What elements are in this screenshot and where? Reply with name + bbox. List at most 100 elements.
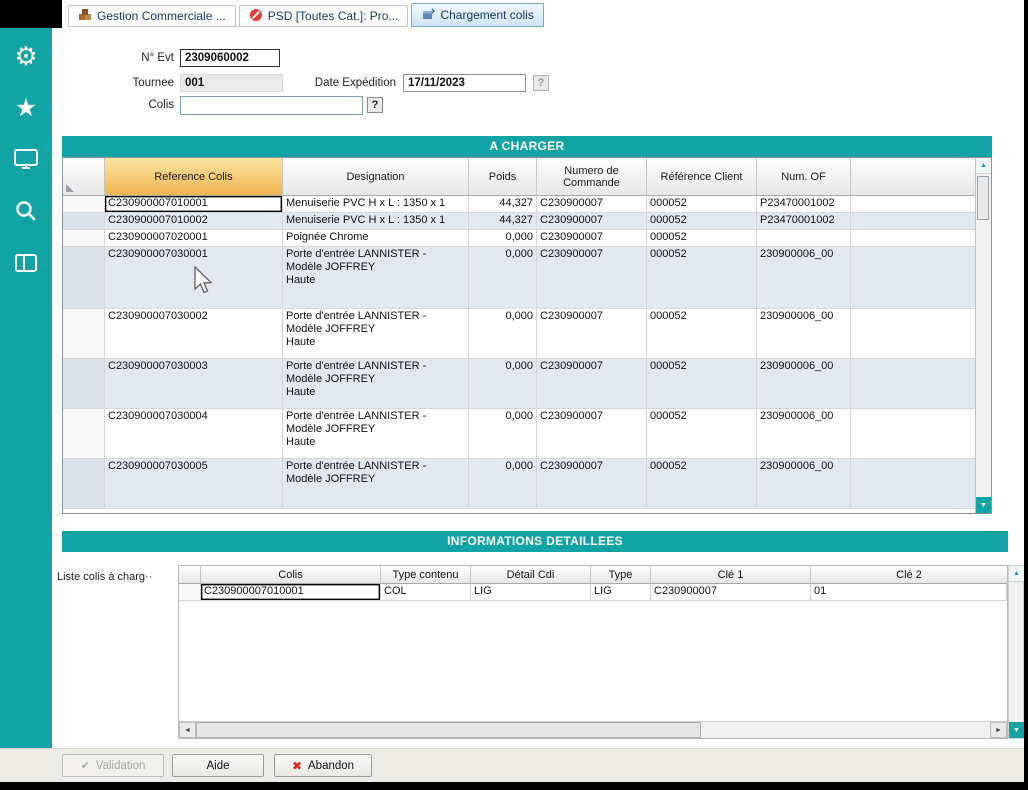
column-header-reference-client[interactable]: Référence Client <box>647 158 757 196</box>
cell[interactable]: C230900007030003 <box>105 359 283 409</box>
vertical-scrollbar[interactable]: ▲ ▼ <box>975 158 991 513</box>
cell[interactable]: C230900007 <box>537 409 647 459</box>
scroll-up-button[interactable]: ▲ <box>976 158 991 174</box>
table-row[interactable]: C230900007030005 Porte d'entrée LANNISTE… <box>63 459 975 509</box>
table-row[interactable]: C230900007030001 Porte d'entrée LANNISTE… <box>63 247 975 309</box>
column-header-poids[interactable]: Poids <box>469 158 537 196</box>
scroll-thumb[interactable] <box>977 176 989 220</box>
cell[interactable]: LIG <box>471 584 591 601</box>
column-header-cle2[interactable]: Clé 2 <box>811 566 1007 584</box>
details-vertical-scrollbar[interactable]: ▲ ▼ <box>1008 565 1024 739</box>
cell[interactable]: C230900007020001 <box>105 230 283 247</box>
select-all-header[interactable] <box>63 158 105 196</box>
cell[interactable]: Porte d'entrée LANNISTER - Modèle JOFFRE… <box>283 409 469 459</box>
cell[interactable]: 0,000 <box>469 230 537 247</box>
cell[interactable]: 0,000 <box>469 459 537 509</box>
cell[interactable]: 44,327 <box>469 196 537 213</box>
row-selector[interactable] <box>63 359 105 409</box>
row-selector[interactable] <box>63 247 105 309</box>
cell[interactable]: Porte d'entrée LANNISTER - Modèle JOFFRE… <box>283 359 469 409</box>
tab-chargement-colis[interactable]: Chargement colis <box>411 3 543 27</box>
sidebar-item-search[interactable] <box>0 192 52 232</box>
focused-cell[interactable]: C230900007010001 <box>105 196 283 213</box>
table-row[interactable]: C230900007030004 Porte d'entrée LANNISTE… <box>63 409 975 459</box>
cell[interactable]: C230900007 <box>537 247 647 309</box>
cell[interactable]: Porte d'entrée LANNISTER - Modèle JOFFRE… <box>283 247 469 309</box>
cell[interactable]: 000052 <box>647 409 757 459</box>
sidebar-item-settings[interactable]: ⚙ <box>0 36 52 76</box>
cell[interactable]: 000052 <box>647 359 757 409</box>
scroll-left-button[interactable]: ◄ <box>179 722 196 738</box>
tab-gestion-commerciale[interactable]: Gestion Commerciale ... <box>68 5 236 27</box>
cell[interactable]: 230900006_00 <box>757 309 851 359</box>
cell[interactable]: 0,000 <box>469 247 537 309</box>
table-row[interactable]: C230900007010001 Menuiserie PVC H x L : … <box>63 196 975 213</box>
cell[interactable]: 230900006_00 <box>757 409 851 459</box>
row-selector[interactable] <box>63 213 105 230</box>
cell[interactable]: C230900007 <box>537 196 647 213</box>
scroll-track[interactable] <box>701 722 990 738</box>
column-header-reference-colis[interactable]: Reference Colis <box>105 158 283 196</box>
table-row[interactable]: C230900007010002 Menuiserie PVC H x L : … <box>63 213 975 230</box>
sidebar-item-display[interactable] <box>0 140 52 180</box>
horizontal-scrollbar[interactable]: ◄ ► <box>179 721 1007 738</box>
focused-cell[interactable]: C230900007010001 <box>201 584 381 601</box>
cell[interactable]: LIG <box>591 584 651 601</box>
aide-button[interactable]: Aide <box>172 754 264 777</box>
nevt-field[interactable]: 2309060002 <box>180 49 280 67</box>
cell[interactable]: 000052 <box>647 230 757 247</box>
cell[interactable]: 230900006_00 <box>757 247 851 309</box>
cell[interactable]: C230900007 <box>537 359 647 409</box>
cell[interactable]: C230900007 <box>537 309 647 359</box>
cell[interactable]: C230900007 <box>537 230 647 247</box>
cell[interactable]: Porte d'entrée LANNISTER - Modèle JOFFRE… <box>283 309 469 359</box>
cell[interactable]: Porte d'entrée LANNISTER - Modèle JOFFRE… <box>283 459 469 509</box>
tab-psd[interactable]: PSD [Toutes Cat.]: Pro... <box>239 5 409 27</box>
date-expedition-field[interactable]: 17/11/2023 <box>403 74 526 92</box>
cell[interactable]: 01 <box>811 584 1007 601</box>
cell[interactable]: P23470001002 <box>757 213 851 230</box>
cell[interactable]: C230900007 <box>651 584 811 601</box>
date-help-button[interactable]: ? <box>533 75 549 91</box>
row-selector[interactable] <box>63 309 105 359</box>
colis-input[interactable] <box>180 96 363 115</box>
column-header-numero-commande[interactable]: Numero de Commande <box>537 158 647 196</box>
cell[interactable]: C230900007030002 <box>105 309 283 359</box>
cell[interactable]: C230900007030004 <box>105 409 283 459</box>
scroll-thumb[interactable] <box>196 722 701 738</box>
scroll-track[interactable] <box>976 174 991 497</box>
tournee-field[interactable]: 001 <box>180 74 283 92</box>
table-row[interactable]: C230900007030002 Porte d'entrée LANNISTE… <box>63 309 975 359</box>
column-header-cle1[interactable]: Clé 1 <box>651 566 811 584</box>
column-header-detail-cdi[interactable]: Détail Cdi <box>471 566 591 584</box>
table-row[interactable]: C230900007030003 Porte d'entrée LANNISTE… <box>63 359 975 409</box>
row-selector[interactable] <box>63 230 105 247</box>
row-selector[interactable] <box>63 409 105 459</box>
cell[interactable]: C230900007 <box>537 213 647 230</box>
validation-button[interactable]: ✔ Validation <box>62 754 164 777</box>
scroll-up-button[interactable]: ▲ <box>1009 566 1024 582</box>
cell[interactable]: Menuiserie PVC H x L : 1350 x 1 <box>283 196 469 213</box>
column-header-designation[interactable]: Designation <box>283 158 469 196</box>
cell[interactable]: C230900007 <box>537 459 647 509</box>
row-selector[interactable] <box>179 584 201 601</box>
scroll-right-button[interactable]: ► <box>990 722 1007 738</box>
cell[interactable]: 230900006_00 <box>757 459 851 509</box>
cell[interactable]: 000052 <box>647 309 757 359</box>
column-header-type[interactable]: Type <box>591 566 651 584</box>
cell[interactable]: C230900007010002 <box>105 213 283 230</box>
cell[interactable]: COL <box>381 584 471 601</box>
cell[interactable]: 44,327 <box>469 213 537 230</box>
cell[interactable]: C230900007030005 <box>105 459 283 509</box>
cell[interactable]: 000052 <box>647 213 757 230</box>
sidebar-item-columns[interactable] <box>0 244 52 284</box>
scroll-down-button[interactable]: ▼ <box>1009 722 1024 738</box>
table-row[interactable]: C230900007020001 Poignée Chrome 0,000 C2… <box>63 230 975 247</box>
sidebar-item-favorites[interactable]: ★ <box>0 88 52 128</box>
cell[interactable]: 000052 <box>647 247 757 309</box>
cell[interactable]: 0,000 <box>469 359 537 409</box>
cell[interactable] <box>757 230 851 247</box>
details-select-header[interactable] <box>179 566 201 584</box>
cell[interactable]: 230900006_00 <box>757 359 851 409</box>
cell[interactable]: 000052 <box>647 459 757 509</box>
